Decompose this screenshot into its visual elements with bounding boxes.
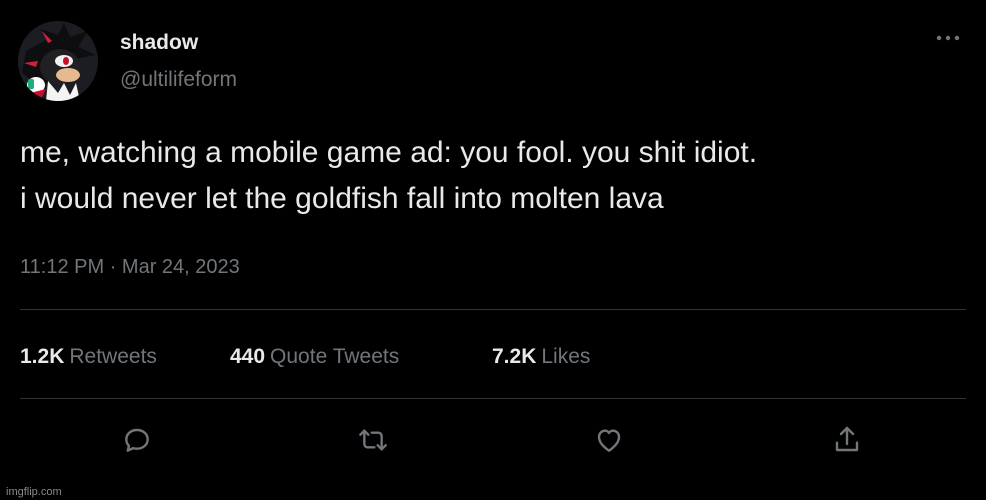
quote-tweets-count: 440 — [230, 345, 266, 368]
share-icon — [835, 426, 859, 452]
tweet-text: me, watching a mobile game ad: you fool.… — [20, 130, 970, 222]
divider — [20, 398, 966, 399]
avatar[interactable] — [18, 21, 98, 101]
display-name[interactable]: shadow — [120, 30, 198, 56]
quote-tweets-stat[interactable]: 440 Quote Tweets — [230, 343, 399, 371]
like-button[interactable] — [591, 422, 627, 458]
quote-tweets-label: Quote Tweets — [270, 345, 400, 368]
retweets-stat[interactable]: 1.2K Retweets — [20, 343, 157, 371]
retweets-label: Retweets — [69, 345, 157, 368]
likes-label: Likes — [541, 345, 591, 368]
retweet-icon — [359, 429, 387, 451]
hedgehog-avatar-icon — [18, 21, 98, 101]
tweet-time[interactable]: 11:12 PM — [20, 256, 104, 278]
tweet-text-line: me, watching a mobile game ad: you fool.… — [20, 136, 758, 169]
tweet-date[interactable]: Mar 24, 2023 — [122, 256, 240, 278]
retweet-button[interactable] — [355, 422, 391, 458]
user-handle[interactable]: @ultilifeform — [120, 67, 237, 93]
heart-icon — [597, 429, 621, 452]
tweet-text-line: i would never let the goldfish fall into… — [20, 182, 664, 215]
more-icon — [936, 35, 960, 41]
reply-button[interactable] — [119, 422, 155, 458]
likes-stat[interactable]: 7.2K Likes — [492, 343, 590, 371]
likes-count: 7.2K — [492, 345, 537, 368]
more-button[interactable] — [930, 28, 966, 48]
share-button[interactable] — [829, 422, 865, 458]
tweet-timestamp[interactable]: 11:12 PM · Mar 24, 2023 — [20, 254, 240, 280]
meta-separator: · — [109, 256, 117, 278]
divider — [20, 309, 966, 310]
watermark: imgflip.com — [6, 486, 62, 498]
tweet-card: shadow @ultilifeform me, watching a mobi… — [0, 0, 986, 500]
retweets-count: 1.2K — [20, 345, 65, 368]
reply-icon — [125, 428, 149, 452]
